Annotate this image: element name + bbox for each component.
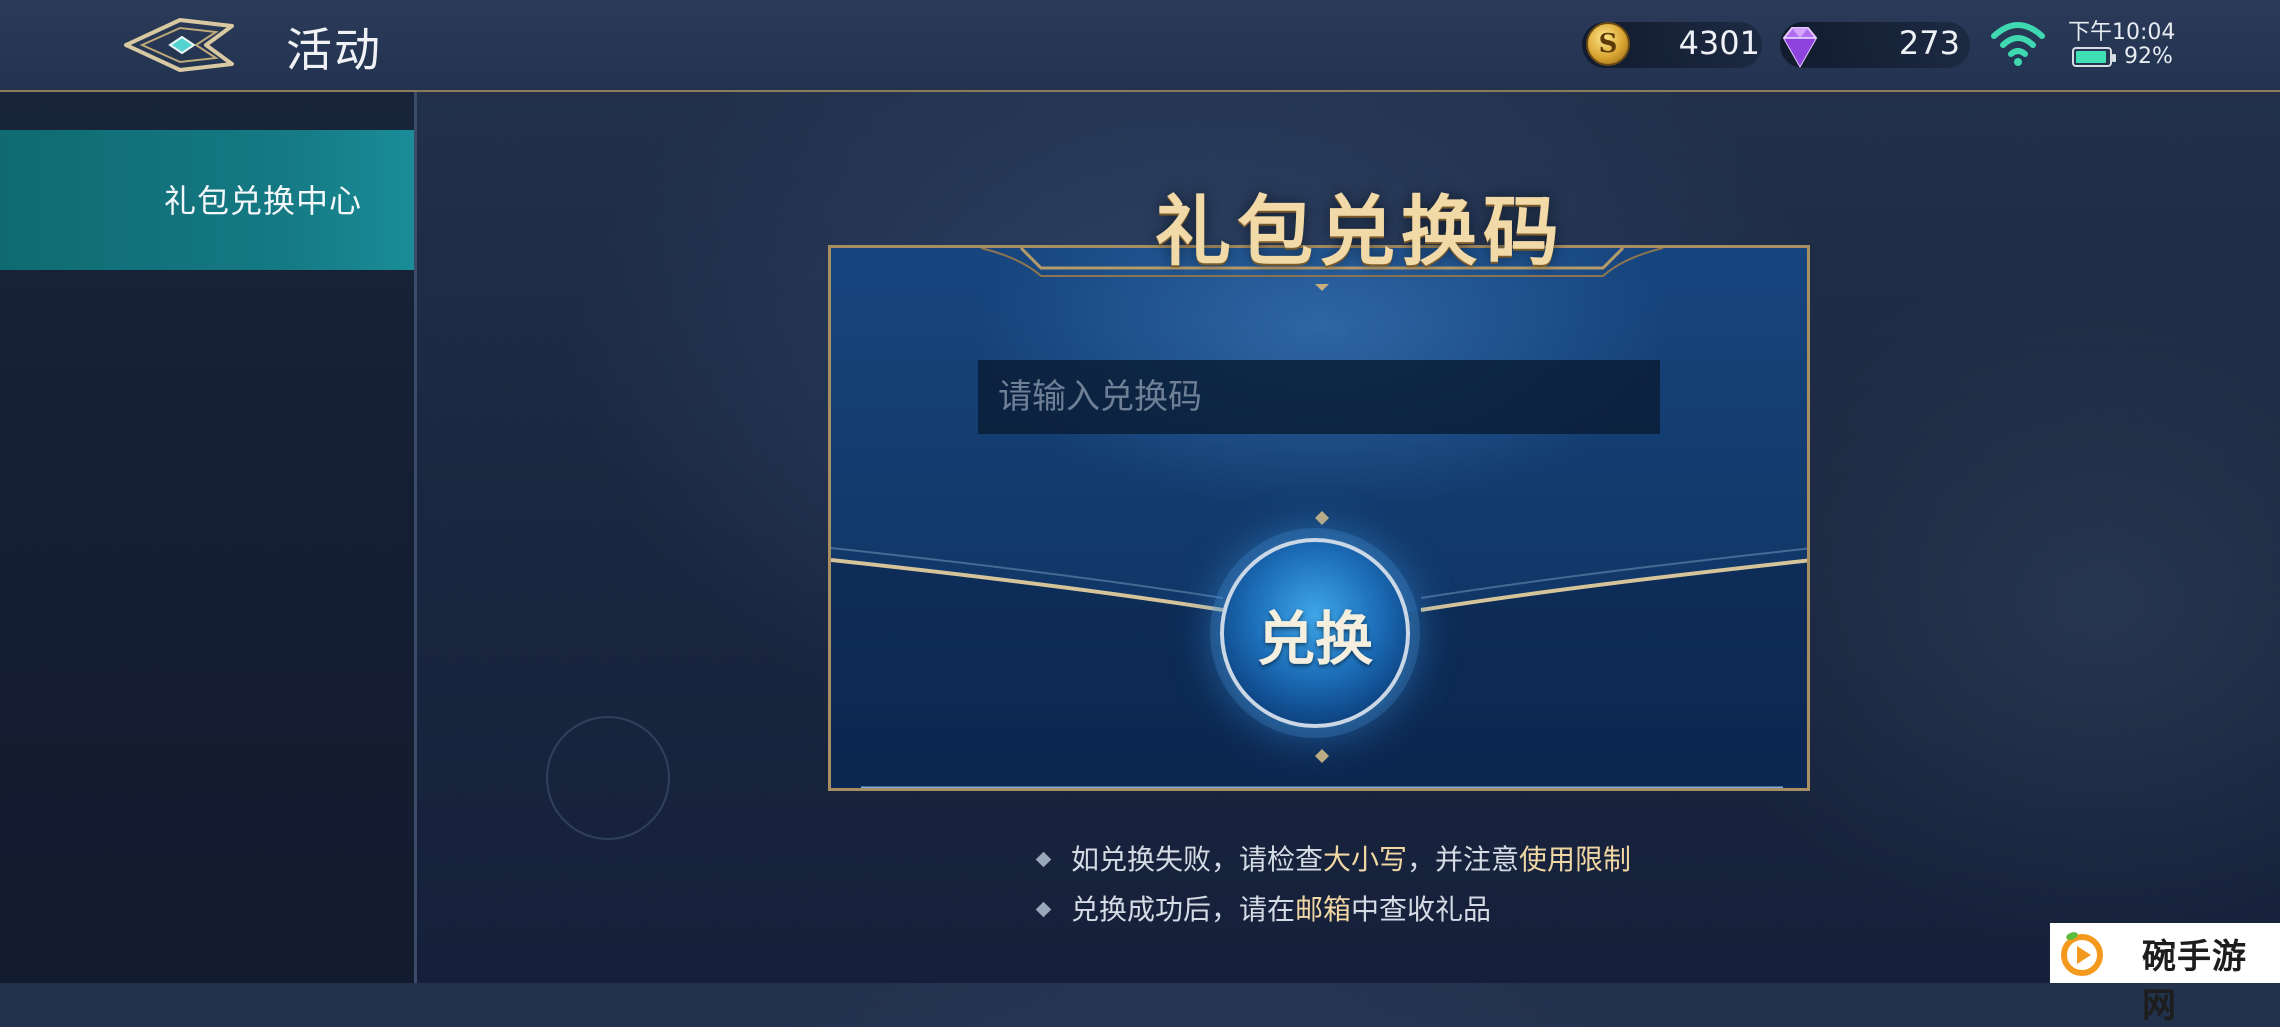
tip-highlight-mailbox: 邮箱 <box>1295 893 1352 926</box>
watermark: 碗手游网 <box>2050 923 2280 1026</box>
watermark-logo-icon <box>2061 932 2103 976</box>
sidebar-item-label: 礼包兑换中心 <box>163 182 362 220</box>
redeem-button-label: 兑换 <box>1256 605 1373 673</box>
watermark-text: 碗手游网 <box>2142 937 2247 1026</box>
page-title: 活动 <box>286 23 382 77</box>
tip-text: 如兑换失败，请检查 <box>1071 843 1324 876</box>
battery-icon <box>2072 47 2116 67</box>
gem-amount: 273 <box>1898 24 1960 62</box>
card-title: 礼包兑换码 <box>1155 187 1565 276</box>
battery-percent: 92% <box>2124 44 2173 69</box>
tip-line-2: 兑换成功后，请在邮箱中查收礼品 <box>1035 888 1492 928</box>
back-arrow-icon <box>124 18 234 72</box>
tip-highlight-case: 大小写 <box>1323 843 1408 876</box>
wifi-icon <box>1991 22 2045 66</box>
tip-text: 中查收礼品 <box>1351 893 1492 926</box>
diamond-bullet-icon <box>1035 901 1052 918</box>
clock: 下午10:04 <box>2068 20 2176 45</box>
diamond-bullet-icon <box>1035 851 1052 868</box>
tip-highlight-limit: 使用限制 <box>1519 843 1632 876</box>
decorative-circle <box>546 716 670 840</box>
redeem-button[interactable]: 兑换 <box>1220 538 1410 728</box>
sidebar-item-gift-redemption[interactable]: 礼包兑换中心 <box>0 130 414 270</box>
tip-text: 兑换成功后，请在 <box>1071 893 1296 926</box>
top-bar: 活动 S 4301 273 下午10:04 92% <box>0 0 2280 92</box>
gold-amount: 4301 <box>1678 24 1760 62</box>
tip-text: ，并注意 <box>1407 843 1520 876</box>
tip-line-1: 如兑换失败，请检查大小写，并注意使用限制 <box>1035 838 1632 878</box>
redeem-code-input[interactable] <box>978 360 1660 434</box>
back-button[interactable] <box>120 12 240 78</box>
diamond-icon <box>1782 27 1818 69</box>
coin-icon: S <box>1586 22 1630 66</box>
sidebar: 礼包兑换中心 <box>0 92 417 983</box>
